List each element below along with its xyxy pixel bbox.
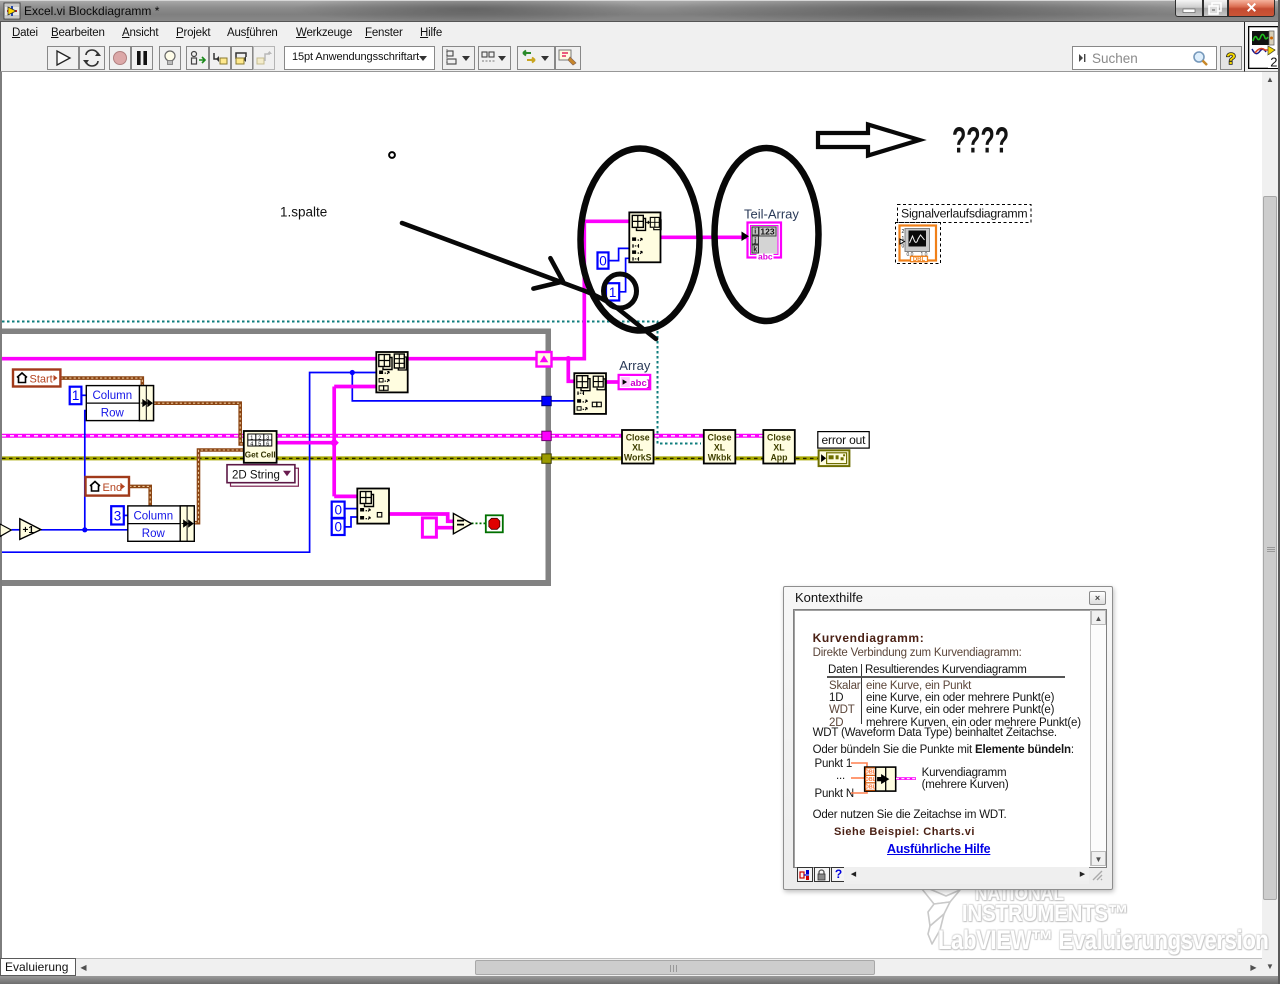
svg-text:DBL: DBL [865,785,877,791]
svg-text:2: 2 [1270,55,1277,70]
svg-text:?: ? [1226,51,1236,68]
svg-text:DBL: DBL [865,777,877,783]
svg-text:✕: ✕ [1246,0,1258,15]
svg-text:Suchen: Suchen [1092,51,1138,66]
svg-text:DBL: DBL [865,770,877,776]
